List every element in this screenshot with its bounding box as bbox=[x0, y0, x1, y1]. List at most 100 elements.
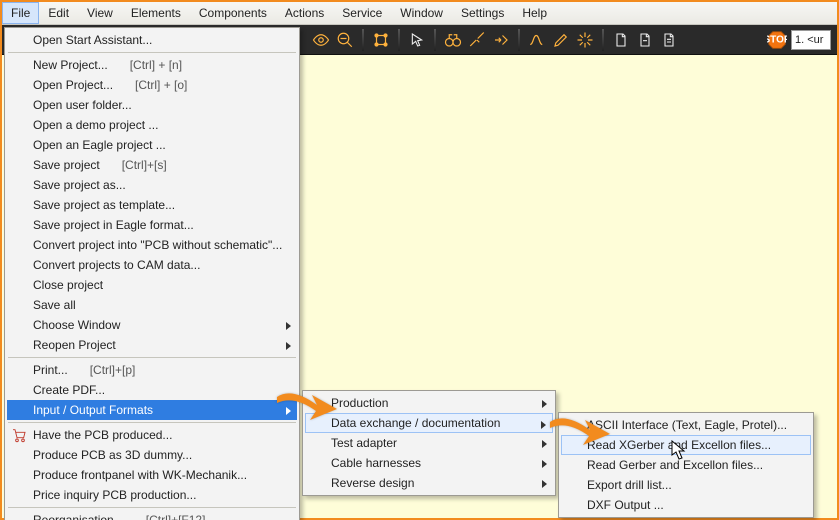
mi-label: Price inquiry PCB production... bbox=[33, 488, 196, 502]
submenu-arrow-icon bbox=[542, 397, 547, 411]
transform-icon[interactable] bbox=[370, 29, 392, 51]
eye-icon[interactable] bbox=[310, 29, 332, 51]
mi-open-user-folder[interactable]: Open user folder... bbox=[7, 95, 297, 115]
mi-label: Test adapter bbox=[331, 436, 397, 450]
mi-reverse-design[interactable]: Reverse design bbox=[305, 473, 553, 493]
svg-text:STOP: STOP bbox=[767, 34, 787, 45]
menu-edit[interactable]: Edit bbox=[39, 2, 78, 24]
mi-create-pdf[interactable]: Create PDF... bbox=[7, 380, 297, 400]
mi-save-template[interactable]: Save project as template... bbox=[7, 195, 297, 215]
mi-label: Save project in Eagle format... bbox=[33, 218, 194, 232]
mi-data-exchange[interactable]: Data exchange / documentation bbox=[305, 413, 553, 433]
menubar: File Edit View Elements Components Actio… bbox=[2, 2, 837, 25]
mi-label: Production bbox=[331, 396, 388, 410]
mi-pcb-3d-dummy[interactable]: Produce PCB as 3D dummy... bbox=[7, 445, 297, 465]
mi-convert-cam[interactable]: Convert projects to CAM data... bbox=[7, 255, 297, 275]
mi-new-project[interactable]: New Project...[Ctrl] + [n] bbox=[7, 55, 297, 75]
mi-open-project[interactable]: Open Project... [Ctrl] + [o] bbox=[7, 75, 297, 95]
mi-label: Save project as... bbox=[33, 178, 126, 192]
mi-open-eagle-project[interactable]: Open an Eagle project ... bbox=[7, 135, 297, 155]
mi-label: Open Start Assistant... bbox=[33, 33, 152, 47]
mi-shortcut: [Ctrl]+[p] bbox=[90, 363, 136, 377]
menu-components[interactable]: Components bbox=[190, 2, 276, 24]
mi-open-demo-project[interactable]: Open a demo project ... bbox=[7, 115, 297, 135]
mi-reopen-project[interactable]: Reopen Project bbox=[7, 335, 297, 355]
menu-settings[interactable]: Settings bbox=[452, 2, 513, 24]
undo-history-field[interactable]: 1. <ur bbox=[791, 30, 831, 50]
mi-label: New Project... bbox=[33, 58, 108, 72]
mi-read-xgerber[interactable]: Read XGerber and Excellon files... bbox=[561, 435, 811, 455]
route-icon[interactable] bbox=[526, 29, 548, 51]
mi-label: Save project as template... bbox=[33, 198, 175, 212]
mi-label: Save project bbox=[33, 158, 100, 172]
menu-window[interactable]: Window bbox=[391, 2, 452, 24]
mi-test-adapter[interactable]: Test adapter bbox=[305, 433, 553, 453]
mi-label: Read Gerber and Excellon files... bbox=[587, 458, 763, 472]
submenu-arrow-icon bbox=[286, 319, 291, 333]
io-formats-submenu: Production Data exchange / documentation… bbox=[302, 390, 556, 496]
mi-close-project[interactable]: Close project bbox=[7, 275, 297, 295]
mi-export-drill-list[interactable]: Export drill list... bbox=[561, 475, 811, 495]
mi-shortcut: [Ctrl]+[F12] bbox=[146, 513, 206, 520]
mi-shortcut: [Ctrl]+[s] bbox=[122, 158, 167, 172]
mi-label: Open Project... bbox=[33, 78, 113, 92]
mi-production[interactable]: Production bbox=[305, 393, 553, 413]
mi-label: Choose Window bbox=[33, 318, 120, 332]
mi-save-project[interactable]: Save project [Ctrl]+[s] bbox=[7, 155, 297, 175]
menu-view[interactable]: View bbox=[78, 2, 122, 24]
menu-service[interactable]: Service bbox=[333, 2, 391, 24]
mi-shortcut: [Ctrl] + [o] bbox=[135, 78, 187, 92]
stop-icon[interactable]: STOP bbox=[767, 30, 787, 50]
file-menu: Open Start Assistant... New Project...[C… bbox=[4, 27, 300, 520]
mi-label: ASCII Interface (Text, Eagle, Protel)... bbox=[587, 418, 787, 432]
doc3-icon[interactable] bbox=[658, 29, 680, 51]
mi-label: Data exchange / documentation bbox=[331, 416, 500, 430]
submenu-arrow-icon bbox=[542, 457, 547, 471]
mi-cable-harnesses[interactable]: Cable harnesses bbox=[305, 453, 553, 473]
mi-price-inquiry[interactable]: Price inquiry PCB production... bbox=[7, 485, 297, 505]
measure-icon[interactable] bbox=[466, 29, 488, 51]
run-icon[interactable] bbox=[490, 29, 512, 51]
mi-save-eagle[interactable]: Save project in Eagle format... bbox=[7, 215, 297, 235]
mi-dxf-output[interactable]: DXF Output ... bbox=[561, 495, 811, 515]
mi-label: Read XGerber and Excellon files... bbox=[587, 438, 771, 452]
mi-have-pcb-produced[interactable]: Have the PCB produced... bbox=[7, 425, 297, 445]
menu-actions[interactable]: Actions bbox=[276, 2, 333, 24]
mi-choose-window[interactable]: Choose Window bbox=[7, 315, 297, 335]
mi-save-project-as[interactable]: Save project as... bbox=[7, 175, 297, 195]
submenu-arrow-icon bbox=[542, 477, 547, 491]
mi-label: Input / Output Formats bbox=[33, 403, 153, 417]
submenu-arrow-icon bbox=[542, 437, 547, 451]
menu-elements[interactable]: Elements bbox=[122, 2, 190, 24]
mi-ascii-interface[interactable]: ASCII Interface (Text, Eagle, Protel)... bbox=[561, 415, 811, 435]
mi-label: Cable harnesses bbox=[331, 456, 421, 470]
mi-label: Close project bbox=[33, 278, 103, 292]
mi-label: Reverse design bbox=[331, 476, 414, 490]
mi-label: Export drill list... bbox=[587, 478, 672, 492]
mi-read-gerber[interactable]: Read Gerber and Excellon files... bbox=[561, 455, 811, 475]
pen-icon[interactable] bbox=[550, 29, 572, 51]
spark-icon[interactable] bbox=[574, 29, 596, 51]
menu-file[interactable]: File bbox=[2, 2, 39, 24]
mi-label: Have the PCB produced... bbox=[33, 428, 172, 442]
mi-label: Reorganisation... bbox=[33, 513, 124, 520]
submenu-arrow-icon bbox=[286, 404, 291, 418]
mi-reorganisation[interactable]: Reorganisation... [Ctrl]+[F12] bbox=[7, 510, 297, 520]
pointer-icon[interactable] bbox=[406, 29, 428, 51]
mi-frontpanel[interactable]: Produce frontpanel with WK-Mechanik... bbox=[7, 465, 297, 485]
mi-convert-pcb-no-schematic[interactable]: Convert project into "PCB without schema… bbox=[7, 235, 297, 255]
menu-help[interactable]: Help bbox=[513, 2, 556, 24]
mi-label: Print... bbox=[33, 363, 68, 377]
mi-label: Open a demo project ... bbox=[33, 118, 158, 132]
doc2-icon[interactable] bbox=[634, 29, 656, 51]
mi-print[interactable]: Print... [Ctrl]+[p] bbox=[7, 360, 297, 380]
mi-open-start-assistant[interactable]: Open Start Assistant... bbox=[7, 30, 297, 50]
mi-label: Open user folder... bbox=[33, 98, 132, 112]
mi-save-all[interactable]: Save all bbox=[7, 295, 297, 315]
doc1-icon[interactable] bbox=[610, 29, 632, 51]
zoom-out-icon[interactable] bbox=[334, 29, 356, 51]
binoculars-icon[interactable] bbox=[442, 29, 464, 51]
mi-label: DXF Output ... bbox=[587, 498, 664, 512]
mi-label: Create PDF... bbox=[33, 383, 105, 397]
mi-io-formats[interactable]: Input / Output Formats bbox=[7, 400, 297, 420]
